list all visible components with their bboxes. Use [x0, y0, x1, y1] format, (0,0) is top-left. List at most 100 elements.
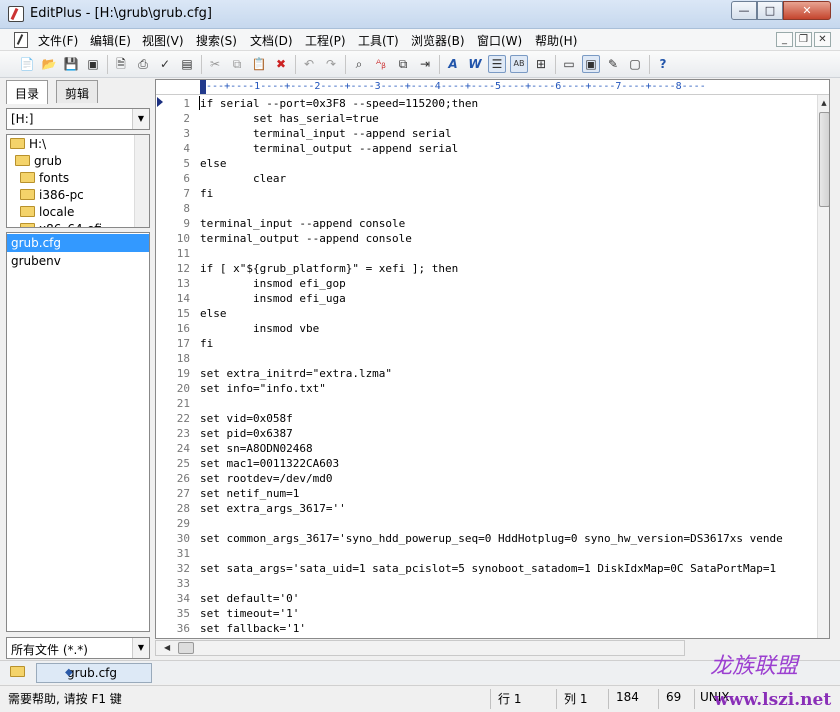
- mdi-minimize-button[interactable]: _: [776, 32, 793, 47]
- folder-icon[interactable]: [10, 666, 25, 677]
- print-icon[interactable]: ⎙: [134, 55, 152, 73]
- code-line[interactable]: 2 set has_serial=true: [156, 111, 378, 126]
- code-line[interactable]: 1 if serial --port=0x3F8 --speed=115200;t…: [156, 96, 478, 111]
- mdi-close-button[interactable]: ✕: [814, 32, 831, 47]
- menu-browser[interactable]: 浏览器(B): [411, 32, 465, 49]
- tree-scrollbar[interactable]: [134, 135, 149, 227]
- code-line[interactable]: 29: [156, 516, 200, 531]
- tree-item[interactable]: x86_64-efi: [20, 222, 102, 227]
- new-file-icon[interactable]: 📄: [18, 55, 36, 73]
- menu-tools[interactable]: 工具(T): [358, 32, 399, 49]
- maximize-button[interactable]: □: [757, 1, 783, 20]
- code-line[interactable]: 17 fi: [156, 336, 214, 351]
- code-line[interactable]: 9 terminal_input --append console: [156, 216, 405, 231]
- code-line[interactable]: 25 set mac1=0011322CA603: [156, 456, 339, 471]
- cut-icon[interactable]: ✂: [206, 55, 224, 73]
- code-line[interactable]: 6 clear: [156, 171, 286, 186]
- file-item-grub-cfg[interactable]: grub.cfg: [7, 234, 149, 252]
- column-icon[interactable]: ▤: [178, 55, 196, 73]
- code-line[interactable]: 30 set common_args_3617='syno_hdd_powerup…: [156, 531, 783, 546]
- menu-view[interactable]: 视图(V): [142, 32, 184, 49]
- find-icon[interactable]: ⌕: [350, 55, 368, 73]
- paste-icon[interactable]: 📋: [250, 55, 268, 73]
- code-line[interactable]: 35 set timeout='1': [156, 606, 300, 621]
- code-line[interactable]: 31: [156, 546, 200, 561]
- open-icon[interactable]: 📂: [40, 55, 58, 73]
- code-line[interactable]: 20 set info="info.txt": [156, 381, 326, 396]
- chevron-down-icon[interactable]: ▼: [132, 109, 149, 129]
- cliptext-icon[interactable]: ✎: [604, 55, 622, 73]
- font-icon[interactable]: A: [444, 55, 462, 73]
- copy-icon[interactable]: ⧉: [228, 55, 246, 73]
- toggle-icon[interactable]: ⊞: [532, 55, 550, 73]
- scroll-left-icon[interactable]: ◀: [164, 643, 170, 652]
- save-all-icon[interactable]: ▣: [84, 55, 102, 73]
- code-line[interactable]: 19 set extra_initrd="extra.lzma": [156, 366, 392, 381]
- directory-window-icon[interactable]: ▭: [560, 55, 578, 73]
- menu-project[interactable]: 工程(P): [305, 32, 346, 49]
- code-line[interactable]: 8: [156, 201, 200, 216]
- code-line[interactable]: 23 set pid=0x6387: [156, 426, 293, 441]
- word-wrap-icon[interactable]: W: [466, 55, 484, 73]
- code-line[interactable]: 3 terminal_input --append serial: [156, 126, 451, 141]
- menu-document[interactable]: 文档(D): [250, 32, 293, 49]
- scroll-up-icon[interactable]: ▲: [818, 95, 829, 111]
- tree-item[interactable]: grub: [15, 154, 62, 171]
- code-line[interactable]: 14 insmod efi_uga: [156, 291, 346, 306]
- undo-icon[interactable]: ↶: [300, 55, 318, 73]
- file-filter-select[interactable]: 所有文件 (*.*) ▼: [6, 637, 150, 659]
- code-line[interactable]: 34 set default='0': [156, 591, 300, 606]
- tab-directory[interactable]: 目录: [6, 80, 49, 104]
- tab-cliptext[interactable]: 剪辑: [56, 80, 99, 103]
- drive-select[interactable]: [H:] ▼: [6, 108, 150, 130]
- editor-pane[interactable]: ----+----1----+----2----+----3----+----4…: [155, 79, 830, 639]
- code-line[interactable]: 4 terminal_output --append serial: [156, 141, 458, 156]
- code-line[interactable]: 10 terminal_output --append console: [156, 231, 412, 246]
- ruler-toggle-icon[interactable]: ☰: [488, 55, 506, 73]
- user-tool-icon[interactable]: ▢: [626, 55, 644, 73]
- minimize-button[interactable]: —: [731, 1, 757, 20]
- document-icon[interactable]: [14, 32, 28, 48]
- redo-icon[interactable]: ↷: [322, 55, 340, 73]
- delete-icon[interactable]: ✖: [272, 55, 290, 73]
- status-encoding[interactable]: UNIX: [700, 690, 730, 708]
- code-line[interactable]: 26 set rootdev=/dev/md0: [156, 471, 333, 486]
- tree-item[interactable]: fonts: [20, 171, 69, 188]
- code-line[interactable]: 32 set sata_args='sata_uid=1 sata_pcislot…: [156, 561, 776, 576]
- replace-icon[interactable]: ᴬᵦ: [372, 55, 390, 73]
- code-line[interactable]: 12 if [ x"${grub_platform}" = xefi ]; the…: [156, 261, 459, 276]
- save-icon[interactable]: 💾: [62, 55, 80, 73]
- close-button[interactable]: ✕: [783, 1, 831, 20]
- output-window-icon[interactable]: ▣: [582, 55, 600, 73]
- code-line[interactable]: 15 else: [156, 306, 227, 321]
- tree-item[interactable]: H:\: [10, 137, 46, 154]
- code-line[interactable]: 18: [156, 351, 200, 366]
- editor-horizontal-scrollbar[interactable]: ◀: [155, 640, 685, 656]
- code-line[interactable]: 27 set netif_num=1: [156, 486, 300, 501]
- chevron-down-icon[interactable]: ▼: [132, 638, 149, 658]
- editor-vertical-scrollbar[interactable]: ▲: [817, 95, 829, 638]
- line-number-icon[interactable]: AB: [510, 55, 528, 73]
- code-line[interactable]: 36 set fallback='1': [156, 621, 306, 636]
- menu-window[interactable]: 窗口(W): [477, 32, 522, 49]
- code-area[interactable]: 1 if serial --port=0x3F8 --speed=115200;t…: [156, 95, 816, 638]
- code-line[interactable]: 33: [156, 576, 200, 591]
- mdi-restore-button[interactable]: ❐: [795, 32, 812, 47]
- code-line[interactable]: 24 set sn=A8ODN02468: [156, 441, 313, 456]
- code-line[interactable]: 21: [156, 396, 200, 411]
- code-line[interactable]: 13 insmod efi_gop: [156, 276, 346, 291]
- goto-icon[interactable]: ⇥: [416, 55, 434, 73]
- code-line[interactable]: 28 set extra_args_3617='': [156, 501, 346, 516]
- code-line[interactable]: 22 set vid=0x058f: [156, 411, 293, 426]
- code-line[interactable]: 5 else: [156, 156, 226, 171]
- scroll-thumb[interactable]: [819, 112, 829, 207]
- find-in-files-icon[interactable]: ⧉: [394, 55, 412, 73]
- document-tab-grub-cfg[interactable]: ◆ grub.cfg: [36, 663, 152, 683]
- code-line[interactable]: 7 fi: [156, 186, 213, 201]
- menu-file[interactable]: 文件(F): [38, 32, 78, 49]
- code-line[interactable]: 11: [156, 246, 200, 261]
- spell-check-icon[interactable]: ✓: [156, 55, 174, 73]
- horizontal-scroll-thumb[interactable]: [178, 642, 194, 654]
- code-line[interactable]: 16 insmod vbe: [156, 321, 319, 336]
- tree-item[interactable]: i386-pc: [20, 188, 84, 205]
